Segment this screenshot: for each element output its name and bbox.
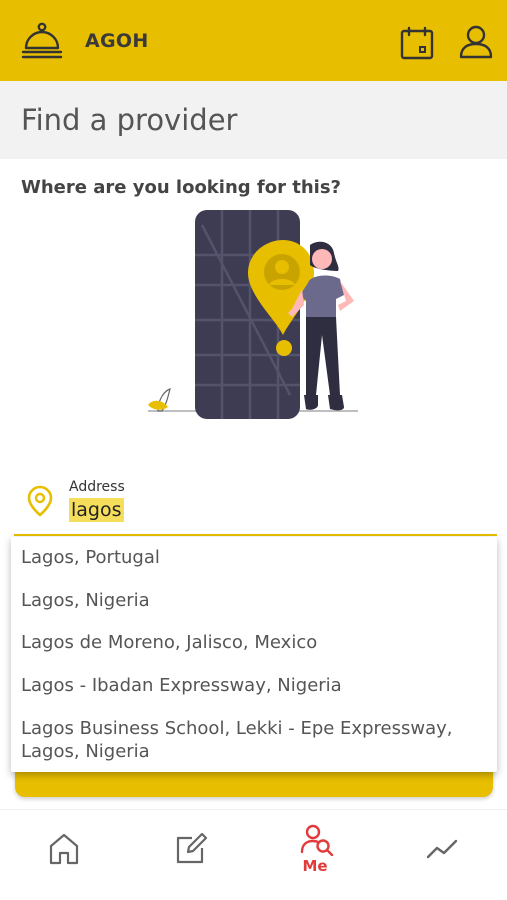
address-label: Address (69, 479, 125, 495)
page-header: Find a provider (0, 81, 507, 159)
nav-home[interactable] (0, 810, 126, 900)
nav-me-label: Me (302, 857, 328, 875)
suggestion-item[interactable]: Lagos Business School, Lekki - Epe Expre… (21, 717, 491, 763)
suggestion-item[interactable]: Lagos, Nigeria (21, 589, 491, 612)
address-input[interactable]: lagos (69, 498, 124, 522)
search-person-icon (300, 824, 334, 856)
nav-edit[interactable] (126, 810, 252, 900)
calendar-icon[interactable] (400, 26, 434, 60)
suggestion-item[interactable]: Lagos - Ibadan Expressway, Nigeria (21, 674, 491, 697)
address-field[interactable]: Address lagos (0, 475, 507, 537)
suggestion-line-1: Lagos Business School, Lekki - Epe Expre… (21, 718, 453, 739)
suggestion-item[interactable]: Lagos de Moreno, Jalisco, Mexico (21, 631, 491, 654)
location-pin-icon (27, 485, 53, 517)
location-question: Where are you looking for this? (21, 177, 342, 198)
suggestion-item[interactable]: Lagos, Portugal (21, 546, 491, 569)
trend-icon (426, 839, 458, 859)
nav-me[interactable]: Me (252, 810, 378, 900)
cloche-icon[interactable] (20, 20, 64, 62)
page-title: Find a provider (21, 103, 238, 137)
app-header: AGOH (0, 0, 507, 81)
address-underline (14, 534, 497, 536)
home-icon (49, 833, 79, 865)
app-title: AGOH (85, 30, 149, 52)
user-icon[interactable] (458, 24, 494, 60)
address-suggestions-dropdown: Lagos, Portugal Lagos, Nigeria Lagos de … (11, 537, 497, 772)
nav-stats[interactable] (378, 810, 504, 900)
edit-icon (176, 832, 208, 864)
location-illustration (148, 210, 358, 419)
bottom-nav: Me (0, 809, 507, 900)
suggestion-line-2: Lagos, Nigeria (21, 741, 150, 762)
